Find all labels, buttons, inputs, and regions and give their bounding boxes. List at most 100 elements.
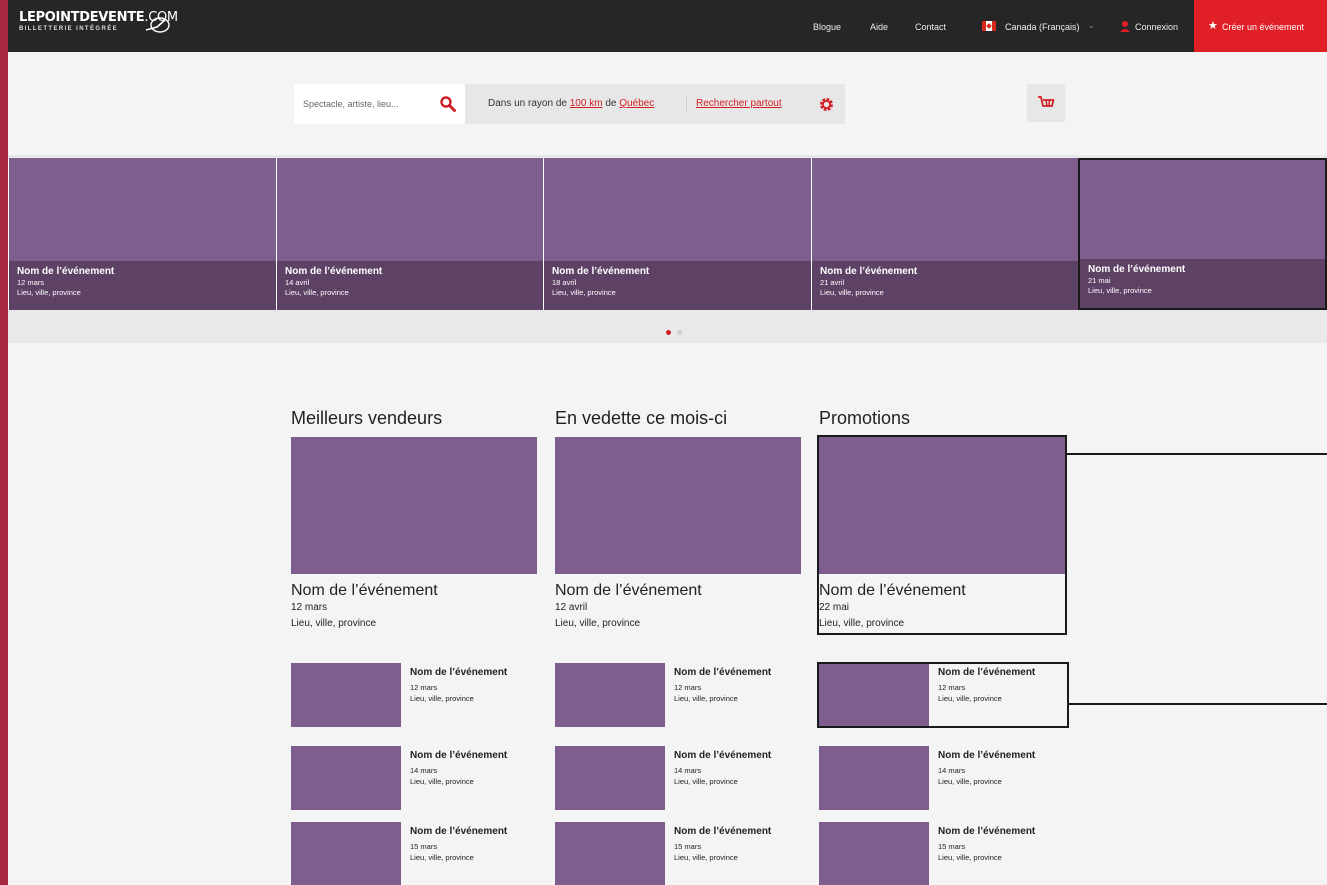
carousel-slide[interactable]: Nom de l’événement 12 mars Lieu, ville, … (8, 158, 276, 310)
logo-swoosh-icon (145, 17, 170, 33)
slide-title: Nom de l’événement (1088, 264, 1186, 275)
event-title: Nom de l’événement (410, 667, 508, 678)
slide-caption: Nom de l’événement 12 mars Lieu, ville, … (9, 261, 276, 310)
slide-title: Nom de l’événement (285, 266, 383, 277)
event-location: Lieu, ville, province (674, 853, 738, 862)
featured-event-date: 12 mars (291, 602, 328, 613)
slide-location: Lieu, ville, province (1088, 286, 1152, 295)
slide-date: 21 avril (820, 278, 845, 287)
event-title: Nom de l’événement (410, 826, 508, 837)
event-date: 14 mars (938, 766, 966, 775)
event-title: Nom de l’événement (938, 750, 1036, 761)
featured-month-section: En vedette ce mois-ci Nom de l’événement… (555, 408, 801, 629)
create-event-button[interactable]: ★ Créer un événement (1194, 0, 1327, 52)
event-location: Lieu, ville, province (410, 777, 474, 786)
slide-caption: Nom de l’événement 21 mai Lieu, ville, p… (1080, 259, 1325, 308)
slide-location: Lieu, ville, province (285, 288, 349, 297)
featured-event-location: Lieu, ville, province (291, 618, 377, 629)
selection-outline (817, 662, 1069, 728)
country-selector[interactable]: Canada (Français) (1005, 22, 1080, 32)
featured-event-image[interactable] (291, 437, 537, 574)
carousel-slide[interactable]: Nom de l’événement 18 avril Lieu, ville,… (543, 158, 811, 310)
featured-event-title[interactable]: Nom de l’événement (555, 582, 801, 600)
event-thumbnail (819, 822, 929, 885)
slide-date: 12 mars (17, 278, 45, 287)
logo-text: LEPOINTDEVENTE (19, 10, 145, 25)
event-title: Nom de l’événement (938, 826, 1036, 837)
event-thumbnail (819, 746, 929, 810)
slide-date: 21 mai (1088, 276, 1111, 285)
carousel-slide-selected[interactable]: Nom de l’événement 21 mai Lieu, ville, p… (1078, 158, 1327, 310)
featured-event-image[interactable] (555, 437, 801, 574)
event-date: 15 mars (674, 842, 702, 851)
event-location: Lieu, ville, province (674, 694, 738, 703)
nav-link-blogue[interactable]: Blogue (813, 22, 841, 32)
featured-event-location: Lieu, ville, province (555, 618, 641, 629)
event-thumbnail (555, 663, 665, 727)
canada-flag-icon (982, 21, 996, 31)
annotation-line (1067, 453, 1327, 455)
section-heading: En vedette ce mois-ci (555, 408, 728, 428)
search-icon[interactable] (439, 95, 457, 113)
slide-title: Nom de l’événement (17, 266, 115, 277)
list-item[interactable]: Nom de l’événement 14 mars Lieu, ville, … (291, 746, 537, 810)
event-location: Lieu, ville, province (938, 777, 1002, 786)
list-item[interactable]: Nom de l’événement 12 mars Lieu, ville, … (555, 663, 801, 727)
event-location: Lieu, ville, province (410, 694, 474, 703)
event-date: 14 mars (410, 766, 438, 775)
carousel-pagination (666, 322, 688, 340)
slide-title: Nom de l’événement (552, 266, 650, 277)
slide-title: Nom de l’événement (820, 266, 918, 277)
slide-caption: Nom de l’événement 18 avril Lieu, ville,… (544, 261, 811, 310)
page: LEPOINTDEVENTE.COM BILLETTERIE INTÉGRÉE … (8, 0, 1327, 885)
carousel-slide[interactable]: Nom de l’événement 14 avril Lieu, ville,… (276, 158, 543, 310)
radius-distance-link[interactable]: 100 km (570, 98, 603, 109)
event-date: 12 mars (410, 683, 438, 692)
list-item[interactable]: Nom de l’événement 15 mars Lieu, ville, … (291, 822, 537, 885)
event-location: Lieu, ville, province (938, 853, 1002, 862)
slide-location: Lieu, ville, province (17, 288, 81, 297)
best-sellers-section: Meilleurs vendeurs Nom de l’événement 12… (291, 408, 537, 629)
event-thumbnail (291, 746, 401, 810)
user-icon (1120, 21, 1130, 32)
featured-event-title[interactable]: Nom de l’événement (291, 582, 537, 600)
cart-button[interactable] (1027, 84, 1065, 122)
gear-icon[interactable] (818, 96, 835, 113)
carousel-dot-active[interactable] (666, 330, 671, 335)
event-title: Nom de l’événement (674, 826, 772, 837)
chevron-down-icon[interactable]: ⌄ (1088, 21, 1095, 30)
radius-mid: de (605, 98, 617, 109)
list-item[interactable]: Nom de l’événement 14 mars Lieu, ville, … (819, 746, 1065, 810)
event-location: Lieu, ville, province (674, 777, 738, 786)
list-item[interactable]: Nom de l’événement 14 mars Lieu, ville, … (555, 746, 801, 810)
slide-date: 18 avril (552, 278, 577, 287)
nav-link-contact[interactable]: Contact (915, 22, 946, 32)
carousel-slide[interactable]: Nom de l’événement 21 avril Lieu, ville,… (811, 158, 1078, 310)
login-link[interactable]: Connexion (1135, 22, 1178, 32)
list-item[interactable]: Nom de l’événement 12 mars Lieu, ville, … (291, 663, 537, 727)
divider (686, 95, 687, 113)
event-date: 15 mars (410, 842, 438, 851)
nav-link-aide[interactable]: Aide (870, 22, 888, 32)
slide-caption: Nom de l’événement 14 avril Lieu, ville,… (277, 261, 543, 310)
carousel-dot[interactable] (677, 330, 682, 335)
search-anywhere-link[interactable]: Rechercher partout (696, 98, 782, 109)
event-location: Lieu, ville, province (410, 853, 474, 862)
list-item[interactable]: Nom de l’événement 15 mars Lieu, ville, … (819, 822, 1065, 885)
slide-caption: Nom de l’événement 21 avril Lieu, ville,… (812, 261, 1078, 310)
list-item[interactable]: Nom de l’événement 15 mars Lieu, ville, … (555, 822, 801, 885)
event-thumbnail (291, 822, 401, 885)
event-date: 14 mars (674, 766, 702, 775)
featured-carousel: Nom de l’événement 12 mars Lieu, ville, … (8, 155, 1327, 343)
search-radius-text: Dans un rayon de 100 km de Québec (488, 98, 654, 109)
cart-icon (1038, 96, 1055, 107)
search-bar: Dans un rayon de 100 km de Québec Recher… (294, 84, 845, 124)
top-navigation-bar: LEPOINTDEVENTE.COM BILLETTERIE INTÉGRÉE … (8, 0, 1327, 52)
star-icon: ★ (1208, 20, 1218, 32)
slide-date: 14 avril (285, 278, 310, 287)
selection-outline (817, 435, 1067, 635)
slide-location: Lieu, ville, province (552, 288, 616, 297)
radius-city-link[interactable]: Québec (619, 98, 654, 109)
event-title: Nom de l’événement (410, 750, 508, 761)
event-date: 15 mars (938, 842, 966, 851)
